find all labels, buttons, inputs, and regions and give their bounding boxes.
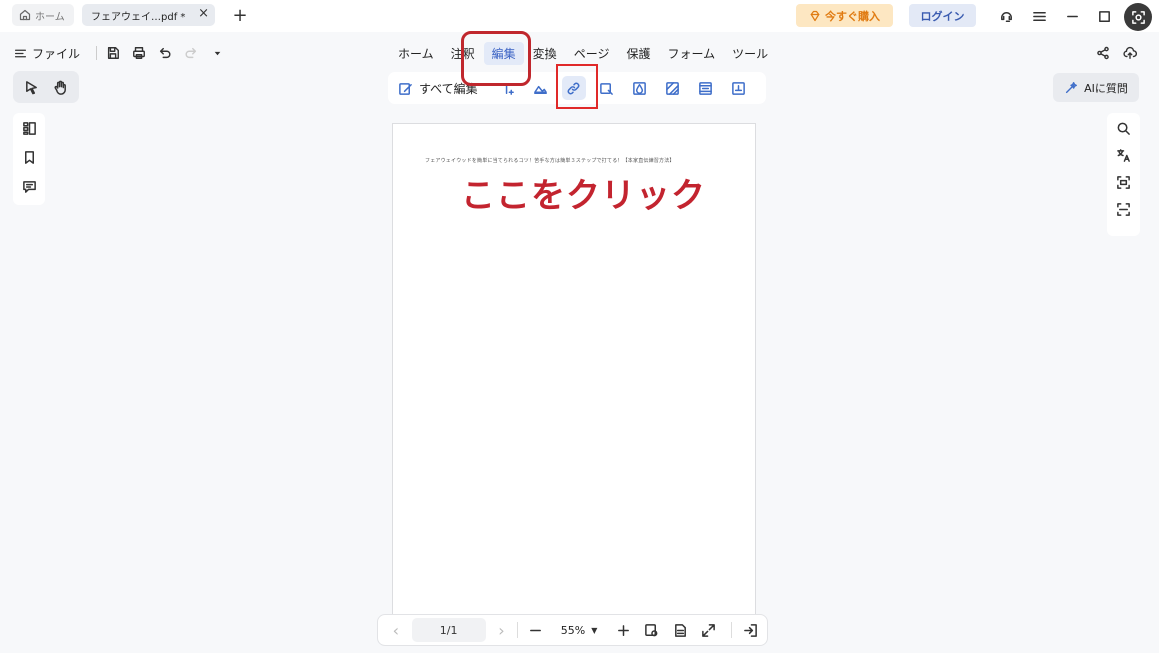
previous-page-icon[interactable]: ‹ <box>386 620 406 640</box>
share-icon[interactable] <box>1093 44 1113 62</box>
zoom-in-icon[interactable] <box>611 618 635 642</box>
main-menu: ホーム 注釈 編集 変換 ページ 保護 フォーム ツール <box>390 41 777 65</box>
screenshot-icon[interactable] <box>1124 3 1152 31</box>
page-layout-icon[interactable] <box>668 618 692 642</box>
menu-protect[interactable]: 保護 <box>618 42 658 65</box>
file-menu[interactable]: ファイル <box>14 45 80 62</box>
tab-document-label: フェアウェイ…pdf * <box>91 11 186 23</box>
buy-now-label: 今すぐ購入 <box>825 9 880 23</box>
add-image-icon[interactable] <box>529 76 553 100</box>
click-here-annotation: ここをクリック <box>461 176 706 216</box>
crop-page-icon[interactable] <box>595 76 619 100</box>
fit-screen-icon[interactable] <box>697 618 721 642</box>
pointer-tools <box>13 71 79 103</box>
zoom-level[interactable]: 55% <box>561 624 585 637</box>
buy-now-button[interactable]: 今すぐ購入 <box>796 4 893 27</box>
header-footer-icon[interactable] <box>694 76 718 100</box>
view-mode-icon[interactable] <box>640 618 664 642</box>
ocr-icon[interactable] <box>1116 175 1131 190</box>
zoom-caret-icon[interactable]: ▼ <box>591 626 597 635</box>
menu-icon[interactable] <box>1029 6 1049 26</box>
tab-home[interactable]: ホーム <box>12 4 74 26</box>
headset-icon[interactable] <box>996 6 1016 26</box>
next-page-icon[interactable]: › <box>492 620 512 640</box>
diamond-icon <box>809 10 821 22</box>
search-icon[interactable] <box>1116 121 1131 136</box>
document-page[interactable]: フェアウェイウッドを簡単に当てられるコツ！苦手な方は簡単３ステップで打てる！【本… <box>392 123 756 623</box>
scan-icon[interactable] <box>1116 202 1131 217</box>
tab-home-label: ホーム <box>35 11 65 23</box>
page-number-input[interactable] <box>411 618 486 642</box>
new-tab-button[interactable]: + <box>230 5 250 26</box>
file-menu-label: ファイル <box>32 46 81 61</box>
divider <box>731 622 733 638</box>
login-button[interactable]: ログイン <box>909 4 976 27</box>
close-tab-button[interactable]: × <box>198 6 209 21</box>
bookmark-icon[interactable] <box>22 150 37 165</box>
presentation-icon[interactable] <box>738 618 762 642</box>
file-toolbar: ファイル <box>14 43 233 63</box>
menu-tools[interactable]: ツール <box>724 42 776 65</box>
menu-form[interactable]: フォーム <box>659 42 723 65</box>
tab-document[interactable]: フェアウェイ…pdf * × <box>82 4 215 26</box>
ask-ai-label: AIに質問 <box>1084 81 1128 95</box>
left-side-panel <box>13 113 45 205</box>
minimize-icon[interactable] <box>1062 6 1082 26</box>
cloud-upload-icon[interactable] <box>1120 44 1140 62</box>
right-side-panel <box>1107 113 1140 236</box>
print-icon[interactable] <box>129 43 149 63</box>
menu-home[interactable]: ホーム <box>390 42 442 65</box>
bottom-navigation-bar: ‹ › 55% ▼ <box>377 614 768 646</box>
comment-icon[interactable] <box>22 179 37 194</box>
highlight-link-tool-box <box>556 64 598 109</box>
document-heading-text: フェアウェイウッドを簡単に当てられるコツ！苦手な方は簡単３ステップで打てる！【本… <box>425 158 675 164</box>
zoom-out-icon[interactable] <box>524 618 548 642</box>
menu-page[interactable]: ページ <box>566 42 618 65</box>
redo-icon[interactable] <box>181 43 201 63</box>
ai-sparkle-icon <box>1064 81 1078 95</box>
ask-ai-button[interactable]: AIに質問 <box>1053 73 1139 102</box>
undo-icon[interactable] <box>155 43 175 63</box>
background-icon[interactable] <box>661 76 685 100</box>
thumbnails-icon[interactable] <box>22 121 37 136</box>
divider <box>96 46 98 60</box>
home-icon <box>19 9 31 21</box>
highlight-edit-menu-box <box>461 31 531 86</box>
cursor-icon[interactable] <box>24 80 39 95</box>
hamburger-icon <box>14 47 27 60</box>
translate-icon[interactable] <box>1116 148 1131 163</box>
caret-down-icon[interactable] <box>207 43 227 63</box>
maximize-icon[interactable] <box>1094 6 1114 26</box>
save-icon[interactable] <box>103 43 123 63</box>
divider <box>517 622 519 638</box>
watermark-icon[interactable] <box>628 76 652 100</box>
edit-all-icon <box>398 81 413 96</box>
hand-icon[interactable] <box>53 80 68 95</box>
bates-number-icon[interactable] <box>727 76 751 100</box>
